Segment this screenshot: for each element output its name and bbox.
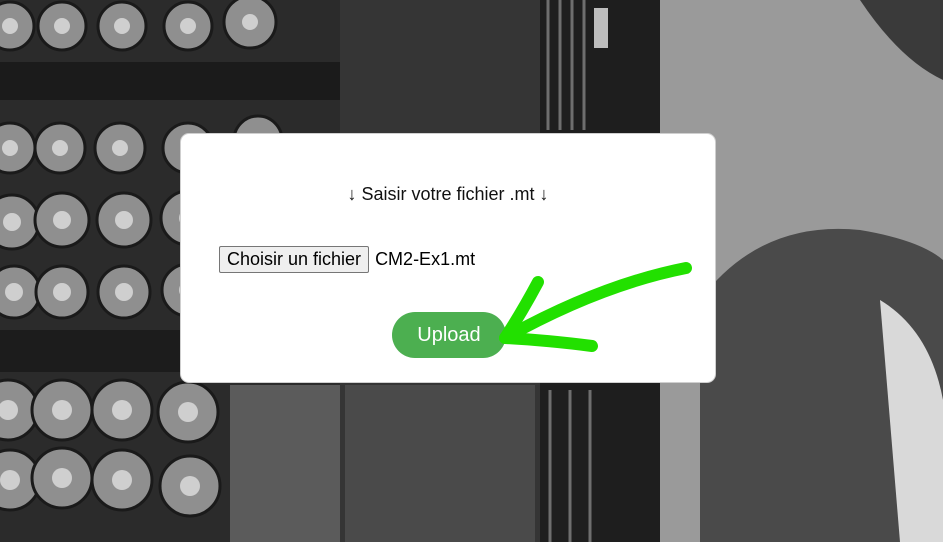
upload-card: ↓ Saisir votre fichier .mt ↓ Choisir un … xyxy=(180,133,716,383)
upload-button[interactable]: Upload xyxy=(392,312,506,358)
choose-file-button[interactable]: Choisir un fichier xyxy=(219,246,370,273)
upload-prompt: ↓ Saisir votre fichier .mt ↓ xyxy=(347,184,549,204)
selected-file-name: CM2-Ex1.mt xyxy=(375,249,476,269)
file-input[interactable]: Choisir un fichier CM2-Ex1.mt xyxy=(219,246,475,273)
